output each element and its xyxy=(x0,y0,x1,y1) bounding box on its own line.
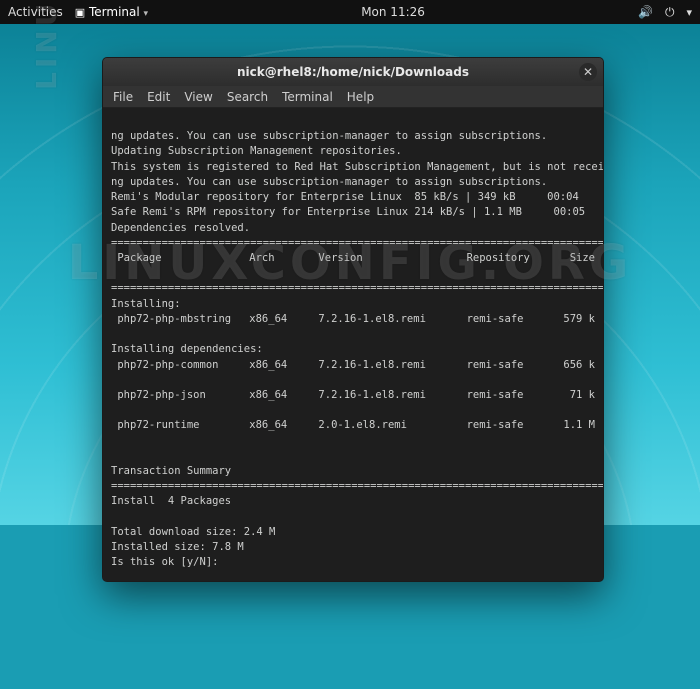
menu-help[interactable]: Help xyxy=(347,90,374,104)
activities-button[interactable]: Activities xyxy=(8,5,63,19)
menu-terminal[interactable]: Terminal xyxy=(282,90,333,104)
term-line: ng updates. You can use subscription-man… xyxy=(111,130,547,142)
menu-view[interactable]: View xyxy=(184,90,212,104)
table-row: php72-php-jsonx86_647.2.16-1.el8.remirem… xyxy=(111,388,595,403)
gnome-topbar: Activities ▣ Terminal Mon 11:26 🔊 ⏻ ▾ xyxy=(0,0,700,24)
confirm-prompt: Is this ok [y/N]: xyxy=(111,556,225,568)
clock[interactable]: Mon 11:26 xyxy=(148,5,638,19)
terminal-output[interactable]: ng updates. You can use subscription-man… xyxy=(103,108,603,581)
term-line: Updating Subscription Management reposit… xyxy=(111,145,402,157)
summary-header: Transaction Summary xyxy=(111,465,231,477)
close-icon: ✕ xyxy=(583,66,593,78)
section-label: Installing dependencies: xyxy=(111,343,263,355)
close-button[interactable]: ✕ xyxy=(579,63,597,81)
terminal-icon: ▣ xyxy=(75,6,85,19)
term-line: This system is registered to Red Hat Sub… xyxy=(111,161,603,173)
term-line: Safe Remi's RPM repository for Enterpris… xyxy=(111,206,585,218)
table-header: PackageArchVersionRepositorySize xyxy=(111,251,595,266)
term-line: Remi's Modular repository for Enterprise… xyxy=(111,191,579,203)
app-indicator[interactable]: ▣ Terminal xyxy=(75,5,148,19)
menubar: File Edit View Search Terminal Help xyxy=(103,86,603,108)
window-titlebar[interactable]: nick@rhel8:/home/nick/Downloads ✕ xyxy=(103,58,603,86)
menu-search[interactable]: Search xyxy=(227,90,268,104)
table-row: php72-php-mbstringx86_647.2.16-1.el8.rem… xyxy=(111,312,595,327)
menu-file[interactable]: File xyxy=(113,90,133,104)
install-count: Install 4 Packages xyxy=(111,495,231,507)
volume-icon[interactable]: 🔊 xyxy=(638,5,653,19)
system-menu-chevron[interactable]: ▾ xyxy=(686,6,692,19)
terminal-window: nick@rhel8:/home/nick/Downloads ✕ File E… xyxy=(102,57,604,582)
menu-edit[interactable]: Edit xyxy=(147,90,170,104)
section-label: Installing: xyxy=(111,298,181,310)
term-line: Dependencies resolved. xyxy=(111,222,250,234)
table-row: php72-php-commonx86_647.2.16-1.el8.remir… xyxy=(111,358,595,373)
table-rule: ========================================… xyxy=(111,282,603,294)
term-line: ng updates. You can use subscription-man… xyxy=(111,176,547,188)
download-size: Total download size: 2.4 M xyxy=(111,526,275,538)
installed-size: Installed size: 7.8 M xyxy=(111,541,244,553)
window-title: nick@rhel8:/home/nick/Downloads xyxy=(237,65,469,79)
table-rule: ========================================… xyxy=(111,237,603,249)
table-row: php72-runtimex86_642.0-1.el8.remiremi-sa… xyxy=(111,418,595,433)
table-rule: ========================================… xyxy=(111,480,603,492)
power-icon[interactable]: ⏻ xyxy=(665,5,675,20)
